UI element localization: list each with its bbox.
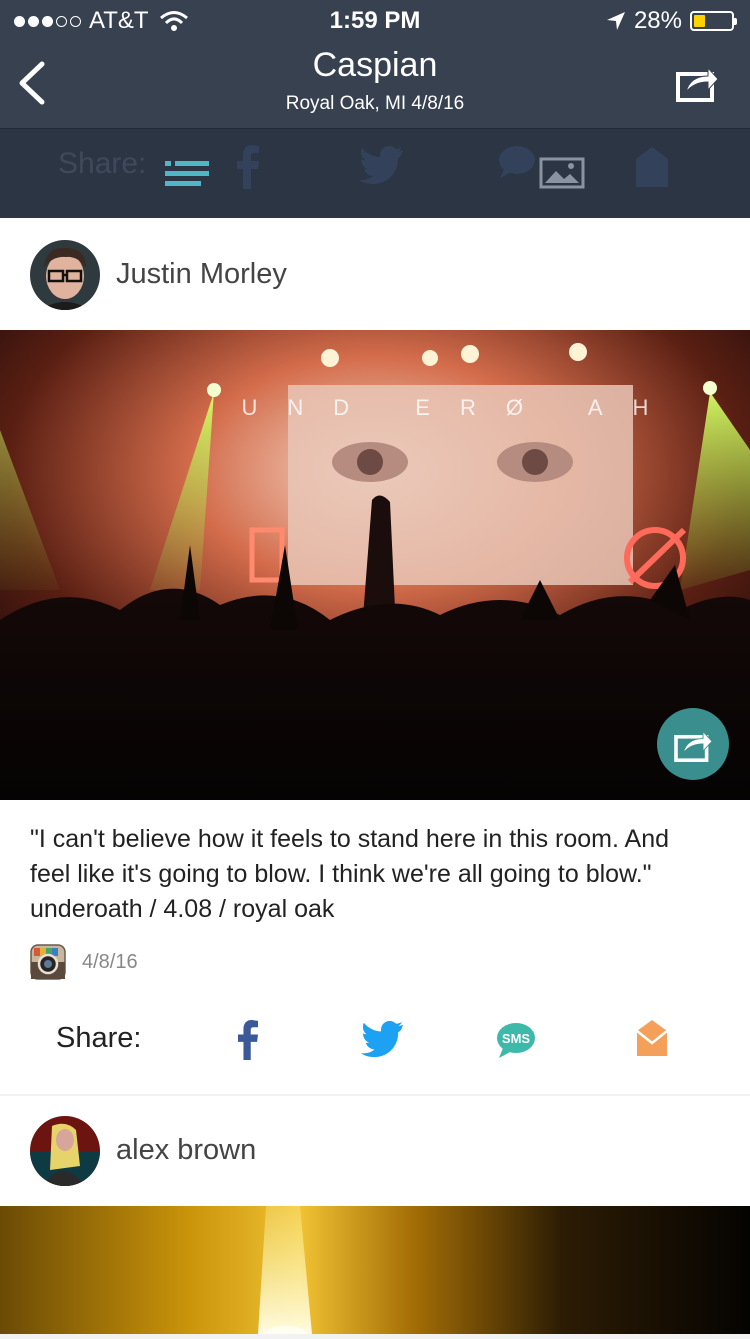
share-label: Share: bbox=[56, 1022, 142, 1054]
location-arrow-icon bbox=[606, 12, 625, 30]
facebook-icon[interactable] bbox=[236, 145, 260, 189]
post-date: 4/8/16 bbox=[82, 950, 138, 973]
battery-percent: 28% bbox=[633, 7, 682, 34]
image-icon[interactable] bbox=[539, 157, 585, 189]
post-share-row: Share: SMS bbox=[0, 1014, 750, 1084]
post-card: Justin Morley UND ERØ AH "I can't believ… bbox=[0, 218, 750, 1094]
post-caption: "I can't believe how it feels to stand h… bbox=[30, 825, 670, 923]
post-source-row: 4/8/16 bbox=[30, 944, 138, 980]
email-icon[interactable] bbox=[635, 145, 669, 189]
facebook-icon[interactable] bbox=[236, 1020, 260, 1060]
page-subtitle: Royal Oak, MI 4/8/16 bbox=[285, 93, 465, 114]
share-bar: Share: bbox=[0, 128, 750, 219]
stage-screen-text: UND ERØ AH bbox=[242, 395, 679, 420]
svg-text:SMS: SMS bbox=[502, 1031, 531, 1046]
twitter-icon[interactable] bbox=[358, 145, 404, 185]
page-title: Caspian bbox=[312, 46, 438, 84]
email-icon[interactable] bbox=[636, 1018, 668, 1058]
top-bar: AT&T 1:59 PM 28% Caspian Royal Oak, MI 4… bbox=[0, 0, 750, 128]
avatar[interactable] bbox=[30, 1116, 100, 1186]
post-photo[interactable] bbox=[0, 1206, 750, 1339]
status-bar: AT&T 1:59 PM 28% bbox=[0, 0, 750, 40]
share-icon[interactable] bbox=[676, 62, 720, 102]
post-card: alex brown bbox=[0, 1096, 750, 1339]
twitter-icon[interactable] bbox=[358, 1020, 406, 1058]
share-icon bbox=[674, 730, 713, 762]
instagram-icon[interactable] bbox=[30, 944, 66, 980]
share-bar-label: Share: bbox=[58, 147, 147, 180]
sms-icon[interactable] bbox=[498, 145, 536, 179]
avatar[interactable] bbox=[30, 240, 100, 310]
post-photo[interactable]: UND ERØ AH bbox=[0, 330, 750, 800]
battery-icon bbox=[690, 11, 737, 31]
list-icon[interactable] bbox=[165, 159, 209, 189]
photo-share-button[interactable] bbox=[657, 708, 729, 780]
user-name[interactable]: Justin Morley bbox=[116, 258, 287, 291]
user-name[interactable]: alex brown bbox=[116, 1134, 256, 1167]
sms-icon[interactable]: SMS bbox=[496, 1022, 536, 1060]
